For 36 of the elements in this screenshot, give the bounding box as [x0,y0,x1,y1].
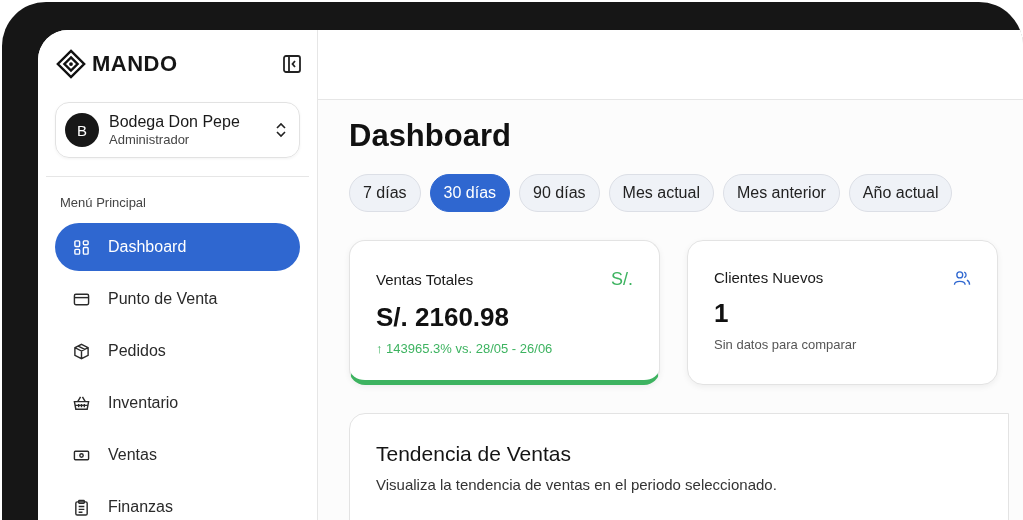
sidebar-item[interactable]: Pedidos [55,327,300,375]
avatar: B [65,113,99,147]
account-name: Bodega Don Pepe [109,113,241,131]
basket-icon [73,394,90,412]
card-subtitle: Visualiza la tendencia de ventas en el periodo seleccionado. [376,476,778,493]
card-title: Ventas Totales [376,271,474,288]
users-icon [953,269,971,286]
sidebar-collapse-icon[interactable] [282,54,302,74]
card-title: Tendencia de Ventas [376,442,572,466]
menu-section-label: Menú Principal [60,195,147,210]
period-tab[interactable]: 7 días [349,174,421,212]
sidebar-item[interactable]: Inventario [55,379,300,427]
account-role: Administrador [109,132,191,147]
sidebar-item[interactable]: Punto de Venta [55,275,300,323]
period-tab[interactable]: Año actual [848,174,953,212]
card-title: Clientes Nuevos [714,269,824,286]
period-tab[interactable]: 90 días [519,174,600,212]
clipboard-icon [73,498,90,516]
stat-value: 1 [714,298,730,329]
chevron-up-down-icon [275,121,287,139]
comparison-note: Sin datos para comparar [714,337,858,352]
account-switcher[interactable]: B Bodega Don Pepe Administrador [55,102,300,158]
sidebar-item[interactable]: Finanzas [55,483,300,520]
period-tab[interactable]: 30 días [429,174,511,212]
page-title: Dashboard [349,118,512,154]
box-icon [73,342,90,360]
stat-value: S/. 2160.98 [376,302,510,333]
sidebar-item[interactable]: Ventas [55,431,300,479]
period-tab[interactable]: Mes anterior [722,174,840,212]
period-tab[interactable]: Mes actual [608,174,714,212]
sidebar-item[interactable]: Dashboard [55,223,300,271]
grid-icon [73,238,90,256]
currency-symbol: S/. [611,269,633,290]
logo-icon [56,49,86,79]
brand-name: MANDO [92,51,178,77]
change-text: ↑ 143965.3% vs. 28/05 - 26/06 [376,341,554,356]
